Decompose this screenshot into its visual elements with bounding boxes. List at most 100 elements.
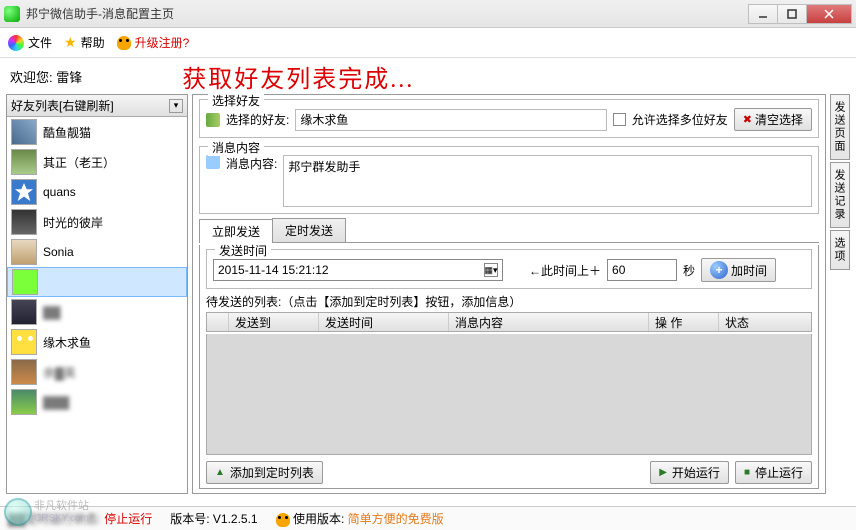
avatar <box>12 269 38 295</box>
list-item[interactable]: 其正（老王） <box>7 147 187 177</box>
list-item[interactable]: 缘木求鱼 <box>7 327 187 357</box>
schedule-panel: 发送时间 2015-11-14 15:21:12 ▦▾ ←此时间上＋ 60 秒 … <box>199 245 819 489</box>
message-input[interactable]: 邦宁群发助手 <box>283 155 812 207</box>
mask-icon <box>276 513 290 527</box>
avatar <box>11 389 37 415</box>
avatar <box>11 179 37 205</box>
tab-send-now[interactable]: 立即发送 <box>199 219 273 243</box>
friend-name: 缘木求鱼 <box>43 334 91 351</box>
grid-body[interactable] <box>206 334 812 455</box>
work-area: 好友列表[右键刷新] ▾ 酷鱼靓猫 其正（老王） quans 时光的彼岸 Son… <box>0 94 856 498</box>
rtab-send-page[interactable]: 发送页面 <box>830 94 850 160</box>
rtab-send-log[interactable]: 发送记录 <box>830 162 850 228</box>
list-item[interactable]: 酷鱼靓猫 <box>7 117 187 147</box>
add-to-list-button[interactable]: 添加到定时列表 <box>206 461 323 484</box>
offset-unit: 秒 <box>683 262 695 279</box>
grid-header: 发送到 发送时间 消息内容 操 作 状态 <box>206 312 812 332</box>
offset-input[interactable]: 60 <box>607 259 677 281</box>
right-tabs: 发送页面 发送记录 选项 <box>830 94 850 494</box>
file-menu[interactable]: 文件 <box>8 34 52 51</box>
title-bar: 邦宁微信助手-消息配置主页 <box>0 0 856 28</box>
status-message: 获取好友列表完成... <box>182 59 414 94</box>
app-icon <box>4 6 20 22</box>
edition-value: 简单方便的免费版 <box>348 512 444 526</box>
message-section: 消息内容 消息内容: 邦宁群发助手 <box>199 146 819 214</box>
list-item[interactable]: ▓▓ <box>7 297 187 327</box>
run-state-value: 停止运行 <box>104 512 152 526</box>
col-content: 消息内容 <box>449 313 649 331</box>
list-item[interactable]: 余▓英 <box>7 357 187 387</box>
main-panel: 选择好友 选择的好友: 缘木求鱼 允许选择多位好友 清空选择 消息内容 消息内容… <box>192 94 826 494</box>
list-item[interactable]: ▓▓▓ <box>7 387 187 417</box>
welcome-row: 欢迎您: 雷锋 获取好友列表完成... <box>0 58 856 94</box>
sidebar-title: 好友列表[右键刷新] <box>11 97 114 114</box>
avatar <box>11 359 37 385</box>
close-button[interactable] <box>806 4 852 24</box>
window-buttons <box>749 4 852 24</box>
sidebar-header[interactable]: 好友列表[右键刷新] ▾ <box>7 95 187 117</box>
upgrade-label: 升级注册? <box>135 34 190 51</box>
friend-name: ▓▓▓ <box>43 395 69 409</box>
minimize-button[interactable] <box>748 4 778 24</box>
list-item[interactable]: quans <box>7 177 187 207</box>
send-tabs: 立即发送 定时发送 <box>199 218 819 243</box>
file-label: 文件 <box>28 34 52 51</box>
rtab-options[interactable]: 选项 <box>830 230 850 270</box>
calendar-icon[interactable]: ▦▾ <box>484 263 498 277</box>
pending-list-label: 待发送的列表:（点击【添加到定时列表】按钮，添加信息） <box>206 293 812 310</box>
message-label: 消息内容: <box>226 155 277 172</box>
friend-name: 酷鱼靓猫 <box>43 124 91 141</box>
add-time-button[interactable]: +加时间 <box>701 258 776 282</box>
friend-name: Sonia <box>43 245 74 259</box>
avatar <box>11 239 37 265</box>
star-icon: ★ <box>64 34 77 51</box>
avatar <box>11 299 37 325</box>
friend-name: 时光的彼岸 <box>43 214 103 231</box>
version-value: V1.2.5.1 <box>213 512 258 526</box>
avatar <box>11 209 37 235</box>
avatar <box>11 119 37 145</box>
mask-icon <box>117 36 131 50</box>
message-legend: 消息内容 <box>208 139 264 156</box>
selected-friend-value: 缘木求鱼 <box>295 109 606 131</box>
select-friend-section: 选择好友 选择的好友: 缘木求鱼 允许选择多位好友 清空选择 <box>199 99 819 138</box>
friend-name: quans <box>43 185 76 199</box>
help-menu[interactable]: ★帮助 <box>64 34 105 51</box>
select-friend-legend: 选择好友 <box>208 92 264 109</box>
version-label: 版本号: <box>170 512 209 526</box>
list-item[interactable] <box>7 267 187 297</box>
send-time-legend: 发送时间 <box>215 242 271 259</box>
send-time-section: 发送时间 2015-11-14 15:21:12 ▦▾ ←此时间上＋ 60 秒 … <box>206 249 812 289</box>
run-state-label: ▓▓定时运行状态: <box>8 512 101 526</box>
schedule-buttons: 添加到定时列表 开始运行 停止运行 <box>206 461 812 484</box>
allow-multi-checkbox[interactable] <box>613 113 626 126</box>
datetime-input[interactable]: 2015-11-14 15:21:12 ▦▾ <box>213 259 503 281</box>
window-title: 邦宁微信助手-消息配置主页 <box>26 5 749 22</box>
chevron-down-icon[interactable]: ▾ <box>169 99 183 113</box>
maximize-button[interactable] <box>777 4 807 24</box>
clear-selection-button[interactable]: 清空选择 <box>734 108 812 131</box>
tab-send-timed[interactable]: 定时发送 <box>272 218 346 242</box>
list-item[interactable]: 时光的彼岸 <box>7 207 187 237</box>
welcome-label: 欢迎您: 雷锋 <box>10 67 82 86</box>
col-time: 发送时间 <box>319 313 449 331</box>
col-to: 发送到 <box>229 313 319 331</box>
plus-icon: + <box>710 261 728 279</box>
friend-sidebar: 好友列表[右键刷新] ▾ 酷鱼靓猫 其正（老王） quans 时光的彼岸 Son… <box>6 94 188 494</box>
ball-icon <box>8 35 24 51</box>
status-bar: ▓▓定时运行状态: 停止运行 版本号: V1.2.5.1 使用版本: 简单方便的… <box>0 506 856 530</box>
col-op: 操 作 <box>649 313 719 331</box>
main-toolbar: 文件 ★帮助 升级注册? <box>0 28 856 58</box>
friend-name: 其正（老王） <box>43 154 115 171</box>
start-run-button[interactable]: 开始运行 <box>650 461 729 484</box>
col-state: 状态 <box>719 313 811 331</box>
avatar <box>11 149 37 175</box>
list-item[interactable]: Sonia <box>7 237 187 267</box>
upgrade-link[interactable]: 升级注册? <box>117 34 190 51</box>
friend-list: 酷鱼靓猫 其正（老王） quans 时光的彼岸 Sonia ▓▓ 缘木求鱼 余▓… <box>7 117 187 493</box>
people-icon <box>206 113 220 127</box>
stop-run-button[interactable]: 停止运行 <box>735 461 812 484</box>
selected-friend-label: 选择的好友: <box>226 111 289 128</box>
friend-name: 余▓英 <box>43 364 76 381</box>
avatar <box>11 329 37 355</box>
